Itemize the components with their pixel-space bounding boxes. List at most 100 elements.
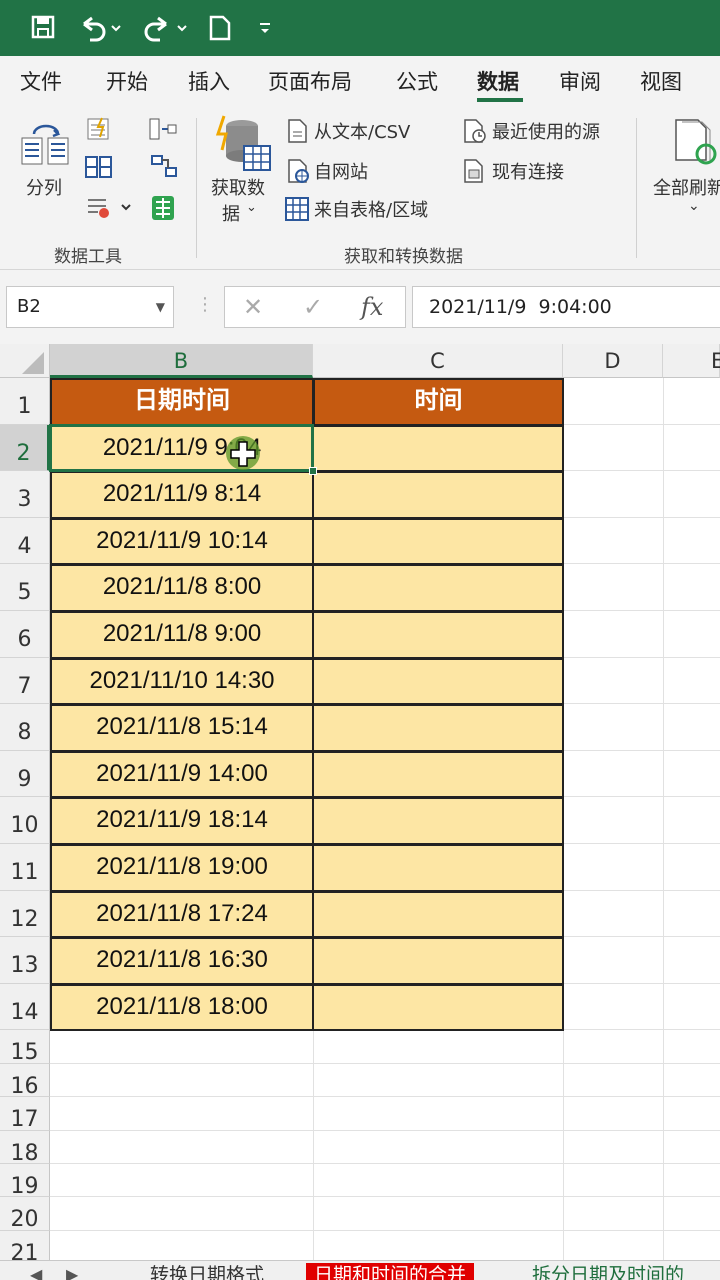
text-to-columns-icon[interactable] (20, 124, 72, 174)
row-header[interactable]: 5 (0, 564, 50, 611)
row-header[interactable]: 7 (0, 657, 50, 705)
from-text-csv-button[interactable]: 从文本/CSV (314, 118, 410, 144)
time-cell[interactable] (312, 797, 564, 845)
get-data-label[interactable]: 获取数 (211, 174, 265, 200)
row-header[interactable]: 2 (0, 424, 50, 472)
row-header[interactable]: 19 (0, 1164, 50, 1199)
datetime-cell[interactable]: 2021/11/9 14:00 (50, 750, 314, 799)
recent-sources-button[interactable]: 最近使用的源 (492, 118, 600, 144)
datetime-cell[interactable]: 2021/11/9 10:14 (50, 517, 314, 566)
from-table-icon[interactable] (284, 196, 310, 226)
row-header[interactable]: 6 (0, 611, 50, 658)
enter-icon[interactable]: ✓ (303, 293, 323, 321)
datetime-cell[interactable]: 2021/11/8 19:00 (50, 844, 314, 892)
sheet-scroll-right-icon[interactable]: ▶ (66, 1265, 78, 1280)
row-header[interactable]: 18 (0, 1130, 50, 1166)
row-header[interactable]: 10 (0, 797, 50, 844)
get-data-chevron-icon[interactable]: ⌄ (246, 200, 257, 215)
existing-connections-button[interactable]: 现有连接 (492, 158, 564, 184)
refresh-chevron-icon[interactable]: ⌄ (688, 198, 700, 214)
insert-function-icon[interactable]: fx (361, 293, 383, 321)
datetime-cell[interactable]: 2021/11/8 9:00 (50, 611, 314, 659)
row-header[interactable]: 11 (0, 844, 50, 891)
datetime-cell[interactable]: 2021/11/8 18:00 (50, 983, 314, 1032)
row-header[interactable]: 3 (0, 471, 50, 518)
from-web-button[interactable]: 自网站 (314, 158, 368, 184)
time-cell[interactable] (312, 517, 564, 566)
datetime-cell[interactable]: 2021/11/9 18:14 (50, 797, 314, 845)
existing-connections-icon[interactable] (462, 158, 488, 188)
row-header[interactable]: 1 (0, 378, 50, 425)
data-validation-icon[interactable] (86, 196, 132, 224)
datetime-cell[interactable]: 2021/11/9 8:14 (50, 471, 314, 519)
sheet-scroll-left-icon[interactable]: ◀ (30, 1265, 42, 1280)
refresh-all-icon[interactable] (672, 116, 720, 170)
save-icon[interactable] (30, 14, 56, 42)
row-header[interactable]: 12 (0, 890, 50, 938)
datetime-cell[interactable]: 2021/11/8 8:00 (50, 564, 314, 612)
datetime-cell[interactable]: 2021/11/8 16:30 (50, 937, 314, 985)
tab-data[interactable]: 数据 (477, 66, 519, 96)
row-header[interactable]: 13 (0, 937, 50, 984)
sheet-tab-convert-date[interactable]: 转换日期格式 (150, 1263, 264, 1280)
time-cell[interactable] (312, 890, 564, 939)
undo-icon[interactable] (78, 14, 122, 42)
time-cell[interactable] (312, 564, 564, 612)
name-box-dropdown-icon[interactable]: ▼ (156, 287, 165, 327)
time-cell[interactable] (312, 937, 564, 985)
row-header[interactable]: 9 (0, 750, 50, 798)
customize-qat-icon[interactable] (258, 14, 272, 42)
tab-page-layout[interactable]: 页面布局 (268, 66, 352, 96)
time-cell[interactable] (312, 424, 564, 473)
refresh-all-button[interactable]: 全部刷新 (653, 174, 720, 200)
column-header-c[interactable]: C (313, 344, 563, 378)
time-cell[interactable] (312, 844, 564, 892)
row-header[interactable]: 8 (0, 704, 50, 751)
from-table-button[interactable]: 来自表格/区域 (314, 196, 428, 222)
column-header-b[interactable]: B (50, 344, 313, 378)
time-cell[interactable] (312, 750, 564, 799)
sheet-tab-split-datetime[interactable]: 拆分日期及时间的 (532, 1263, 684, 1280)
row-header[interactable]: 15 (0, 1030, 50, 1065)
header-cell-time[interactable]: 时间 (313, 378, 564, 426)
consolidate-icon[interactable] (148, 116, 178, 146)
flash-fill-icon[interactable] (86, 116, 112, 146)
row-header[interactable]: 20 (0, 1197, 50, 1232)
from-web-icon[interactable] (286, 158, 312, 188)
time-cell[interactable] (312, 983, 564, 1032)
row-header[interactable]: 17 (0, 1097, 50, 1132)
fill-handle[interactable] (309, 467, 317, 475)
datetime-cell[interactable]: 2021/11/8 17:24 (50, 890, 314, 939)
recent-sources-icon[interactable] (462, 118, 488, 148)
column-header-d[interactable]: D (563, 344, 663, 378)
from-text-csv-icon[interactable] (286, 118, 310, 148)
cancel-icon[interactable]: ✕ (243, 293, 263, 321)
sheet-tab-merge-datetime[interactable]: 日期和时间的合并 (306, 1263, 475, 1280)
row-header[interactable]: 4 (0, 517, 50, 565)
row-header[interactable]: 16 (0, 1063, 50, 1099)
remove-duplicates-icon[interactable] (84, 154, 114, 184)
datetime-cell[interactable]: 2021/11/8 15:14 (50, 704, 314, 752)
new-file-icon[interactable] (208, 14, 232, 42)
time-cell[interactable] (312, 611, 564, 659)
column-header-e[interactable]: E (663, 344, 720, 378)
split-button[interactable]: 分列 (26, 174, 62, 200)
tab-formulas[interactable]: 公式 (396, 66, 438, 96)
tab-file[interactable]: 文件 (20, 66, 62, 96)
header-cell-datetime[interactable]: 日期时间 (50, 378, 314, 426)
formula-input[interactable]: 2021/11/9 9:04:00 (412, 286, 720, 328)
select-all-corner[interactable] (0, 344, 50, 378)
redo-icon[interactable] (140, 14, 188, 42)
time-cell[interactable] (312, 704, 564, 752)
tab-view[interactable]: 视图 (640, 66, 682, 96)
tab-review[interactable]: 审阅 (559, 66, 601, 96)
relationships-icon[interactable] (150, 154, 178, 184)
get-data-label-2[interactable]: 据 (222, 200, 240, 226)
row-header[interactable]: 14 (0, 983, 50, 1031)
tab-home[interactable]: 开始 (106, 66, 148, 96)
time-cell[interactable] (312, 657, 564, 706)
time-cell[interactable] (312, 471, 564, 519)
data-model-icon[interactable] (150, 194, 176, 226)
datetime-cell[interactable]: 2021/11/10 14:30 (50, 657, 314, 706)
tab-insert[interactable]: 插入 (188, 66, 230, 96)
